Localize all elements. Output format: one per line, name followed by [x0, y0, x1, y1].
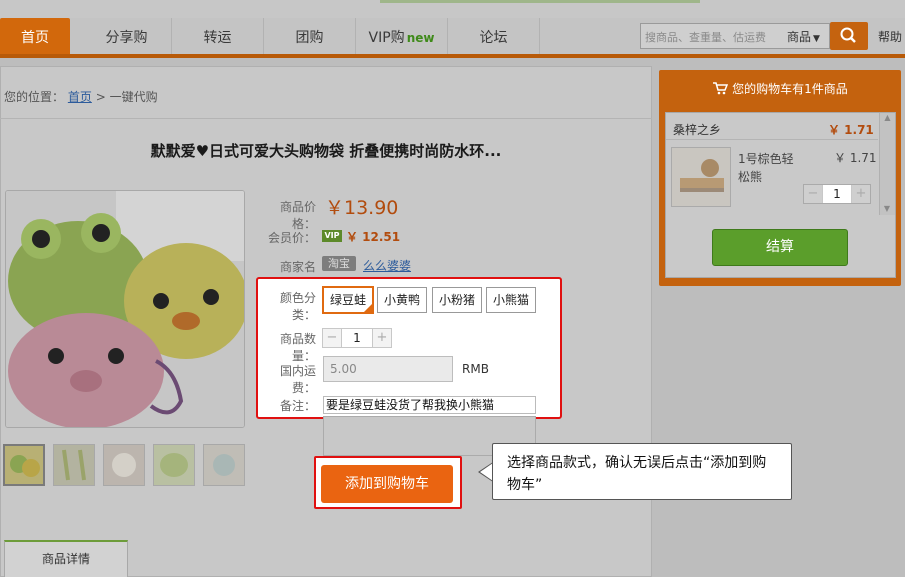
thumbnail-1[interactable]	[3, 444, 45, 486]
cart-shop-total: ￥ 1.71	[828, 123, 874, 137]
thumbnail-photo	[154, 445, 194, 485]
color-label: 颜色分类：	[279, 291, 316, 322]
top-bar	[0, 0, 905, 18]
cart-header: 您的购物车有1件商品	[659, 80, 901, 97]
search-category-label: 商品	[787, 30, 812, 44]
nav-share-buy[interactable]: 分享购	[82, 18, 172, 54]
search-icon	[840, 27, 856, 43]
nav-forwarding[interactable]: 转运	[172, 18, 264, 54]
tab-product-details[interactable]: 商品详情	[4, 540, 128, 577]
breadcrumb-current: 一键代购	[109, 90, 158, 104]
search-button[interactable]	[830, 22, 868, 50]
thumbnail-photo	[54, 445, 94, 485]
plus-icon[interactable]: +	[373, 329, 391, 347]
color-option-panda[interactable]: 小熊猫	[486, 287, 537, 313]
merchant-platform-badge: 淘宝	[322, 256, 356, 271]
quantity-value[interactable]: 1	[341, 329, 373, 347]
breadcrumb-prefix: 您的位置：	[4, 90, 65, 104]
color-option-green-frog[interactable]: 绿豆蛙	[322, 286, 375, 314]
member-price-label: 会员价：	[267, 231, 316, 245]
breadcrumb-home-link[interactable]: 首页	[68, 90, 92, 104]
shipping-label: 国内运费：	[279, 364, 316, 395]
thumbnail-5[interactable]	[203, 444, 245, 486]
thumbnail-photo	[204, 445, 244, 485]
chevron-down-icon: ▼	[813, 34, 820, 44]
cart-quantity-value[interactable]: 1	[822, 185, 852, 203]
product-price: ￥13.90	[325, 197, 399, 219]
product-photo	[6, 191, 244, 427]
cart-scrollbar[interactable]: ▲ ▼	[879, 113, 895, 215]
nav-group-buy[interactable]: 团购	[264, 18, 356, 54]
cart-quantity-stepper[interactable]: − 1 +	[803, 184, 871, 204]
cart-header-text: 您的购物车有1件商品	[732, 82, 848, 96]
nav-forum[interactable]: 论坛	[448, 18, 540, 54]
cart-icon	[713, 82, 729, 95]
member-price: ￥ 12.51	[346, 230, 401, 244]
currency-label: RMB	[462, 362, 489, 376]
quantity-stepper[interactable]: − 1 +	[322, 328, 392, 348]
breadcrumb-separator: >	[95, 90, 106, 104]
divider	[666, 139, 878, 140]
cart-shop-name: 桑梓之乡	[673, 123, 722, 137]
note-label: 备注：	[279, 399, 316, 413]
checkout-button[interactable]: 结算	[712, 229, 848, 266]
cart-item-price: ￥ 1.71	[834, 151, 877, 165]
scroll-down-icon[interactable]: ▼	[880, 204, 894, 213]
cart-item-name[interactable]: 1号棕色轻松熊	[738, 150, 796, 186]
scroll-up-icon[interactable]: ▲	[880, 113, 895, 122]
search-input[interactable]: 搜商品、查重量、估运费	[645, 29, 766, 45]
add-to-cart-button[interactable]: 添加到购物车	[321, 465, 453, 503]
new-badge: new	[406, 31, 435, 45]
quantity-label: 商品数量：	[279, 332, 316, 363]
merchant-name-link[interactable]: 么么婆婆	[363, 257, 411, 274]
product-image	[5, 190, 245, 428]
thumbnail-4[interactable]	[153, 444, 195, 486]
minus-icon[interactable]: −	[804, 185, 822, 203]
thumbnail-photo	[5, 446, 43, 484]
nav-underline	[0, 54, 905, 58]
product-title: 默默爱♥日式可爱大头购物袋 折叠便携时尚防水环...	[150, 142, 502, 160]
thumbnail-3[interactable]	[103, 444, 145, 486]
color-option-pink-pig[interactable]: 小粉猪	[432, 287, 483, 313]
cart-item-image[interactable]	[671, 147, 731, 207]
price-label: 商品价格：	[279, 200, 316, 231]
plus-icon[interactable]: +	[852, 185, 870, 203]
note-input[interactable]: 要是绿豆蛙没货了帮我换小熊猫	[323, 396, 536, 414]
thumbnail-2[interactable]	[53, 444, 95, 486]
shipping-fee-field: 5.00	[323, 356, 453, 382]
nav-home[interactable]: 首页	[0, 18, 70, 54]
nav-vip-buy[interactable]: VIP购 new	[356, 18, 448, 54]
thumbnail-photo	[104, 445, 144, 485]
search-box[interactable]: 搜商品、查重量、估运费 商品 ▼	[640, 23, 830, 49]
nav-vip-label: VIP购	[368, 30, 405, 46]
minus-icon[interactable]: −	[323, 329, 341, 347]
instruction-callout: 选择商品款式，确认无误后点击“添加到购物车”	[492, 443, 792, 500]
bear-photo	[672, 148, 730, 206]
breadcrumb: 您的位置： 首页 > 一键代购	[4, 88, 158, 105]
divider	[0, 118, 652, 119]
vip-badge: VIP	[322, 230, 342, 242]
help-link[interactable]: 帮助	[878, 28, 902, 45]
color-option-yellow-duck[interactable]: 小黄鸭	[377, 287, 428, 313]
search-category-select[interactable]: 商品 ▼	[787, 28, 820, 45]
